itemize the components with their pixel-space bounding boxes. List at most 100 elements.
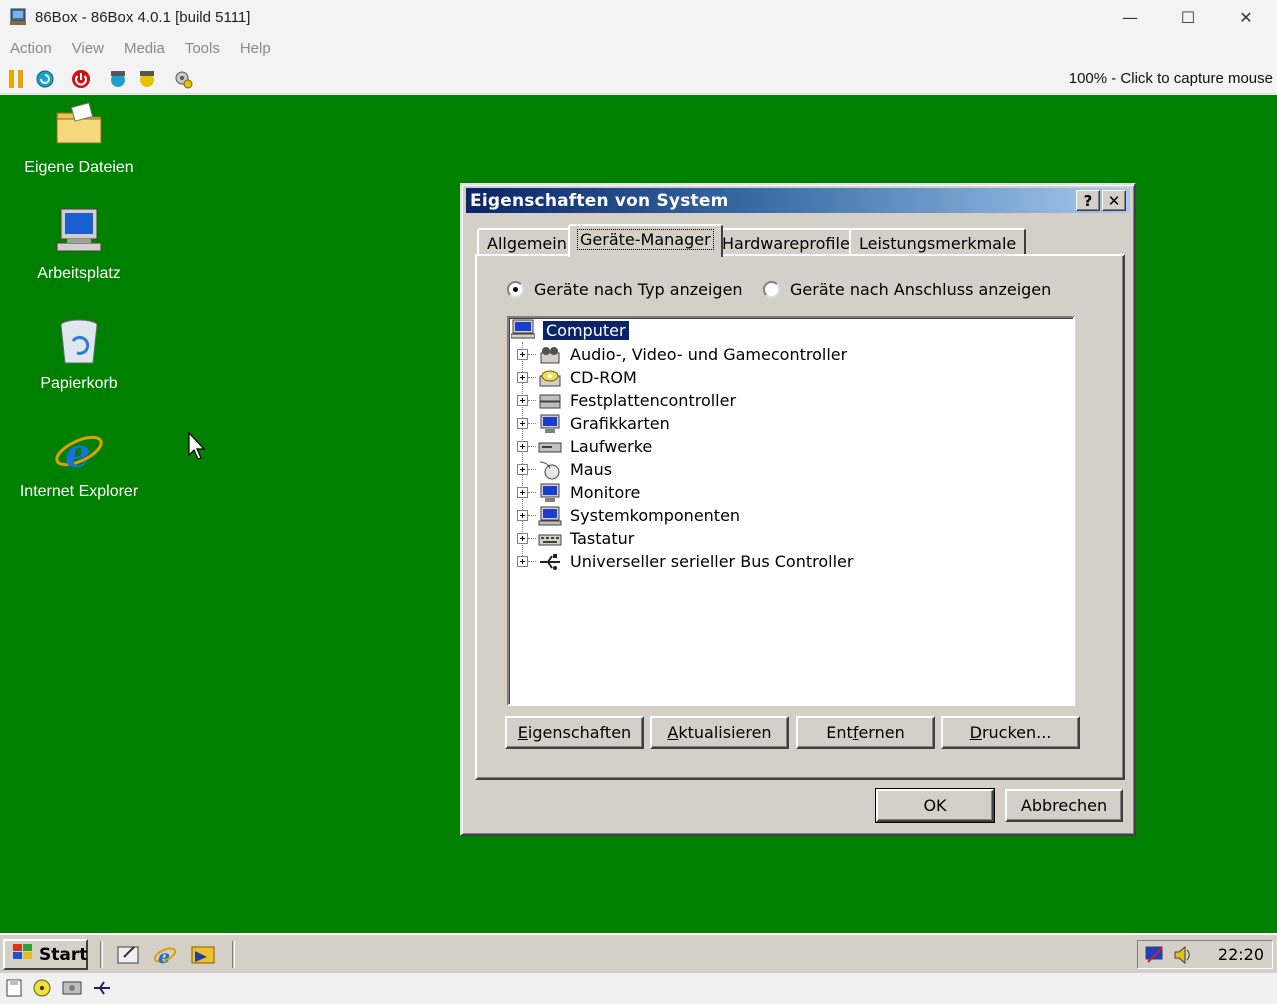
network-icon[interactable] bbox=[1144, 944, 1166, 970]
capture-status[interactable]: 100% - Click to capture mouse bbox=[1069, 70, 1273, 87]
tree-item-maus[interactable]: Maus bbox=[517, 458, 612, 481]
help-button[interactable]: ? bbox=[1076, 190, 1100, 211]
abbrechen-button[interactable]: Abbrechen bbox=[1005, 789, 1123, 822]
expand-icon[interactable] bbox=[517, 372, 528, 383]
menu-media[interactable]: Media bbox=[114, 40, 175, 57]
tree-item-festplattencontroller[interactable]: Festplattencontroller bbox=[517, 389, 736, 412]
drive-icon bbox=[538, 437, 562, 457]
show-desktop-icon[interactable] bbox=[116, 943, 140, 967]
expand-icon[interactable] bbox=[517, 349, 528, 360]
desktop-icon-internet-explorer[interactable]: e Internet Explorer bbox=[4, 425, 154, 501]
ctrl-alt-del-icon[interactable] bbox=[107, 68, 129, 90]
computer-icon bbox=[53, 207, 105, 259]
svg-text:e: e bbox=[65, 430, 90, 477]
expand-icon[interactable] bbox=[517, 487, 528, 498]
internet-explorer-icon[interactable]: e bbox=[153, 943, 177, 968]
tree-connector bbox=[528, 377, 536, 378]
display-adapter-icon bbox=[538, 414, 562, 434]
tree-item-laufwerke[interactable]: Laufwerke bbox=[517, 435, 652, 458]
tree-item-monitore[interactable]: Monitore bbox=[517, 481, 640, 504]
system-properties-dialog: Eigenschaften von System ? ✕ Allgemein G… bbox=[460, 183, 1136, 836]
maximize-button[interactable]: ☐ bbox=[1159, 0, 1217, 34]
tree-item-label: Monitore bbox=[570, 483, 641, 502]
pause-icon[interactable] bbox=[5, 68, 27, 90]
disk-controller-icon bbox=[538, 391, 562, 411]
dialog-close-button[interactable]: ✕ bbox=[1102, 190, 1126, 211]
radio-by-type-label: Geräte nach Typ anzeigen bbox=[534, 280, 743, 299]
power-icon[interactable] bbox=[70, 68, 92, 90]
radio-by-connection[interactable]: Geräte nach Anschluss anzeigen bbox=[763, 280, 1051, 299]
ok-button[interactable]: OK bbox=[875, 788, 995, 823]
desktop-icon-label: Eigene Dateien bbox=[24, 159, 134, 176]
tree-connector bbox=[528, 423, 536, 424]
tree-item-audio[interactable]: Audio-, Video- und Gamecontroller bbox=[517, 343, 847, 366]
device-tree[interactable]: Computer Audio-, Video- und Gamecontroll… bbox=[507, 316, 1075, 706]
expand-icon[interactable] bbox=[517, 395, 528, 406]
tree-item-usb-controller[interactable]: Universeller serieller Bus Controller bbox=[517, 550, 853, 573]
tree-item-label: CD-ROM bbox=[570, 368, 637, 387]
entfernen-button[interactable]: Entfernen bbox=[796, 716, 935, 749]
expand-icon[interactable] bbox=[517, 556, 528, 567]
tree-item-label: Audio-, Video- und Gamecontroller bbox=[570, 345, 848, 364]
aktualisieren-button[interactable]: Aktualisieren bbox=[650, 716, 789, 749]
expand-icon[interactable] bbox=[517, 464, 528, 475]
svg-text:e: e bbox=[158, 946, 170, 967]
taskbar-separator bbox=[100, 941, 103, 968]
expand-icon[interactable] bbox=[517, 418, 528, 429]
floppy-drive-icon[interactable] bbox=[5, 979, 23, 997]
network-activity-icon[interactable] bbox=[92, 979, 110, 997]
tree-connector bbox=[528, 469, 536, 470]
tab-allgemein[interactable]: Allgemein bbox=[477, 228, 577, 256]
tree-item-grafikkarten[interactable]: Grafikkarten bbox=[517, 412, 670, 435]
tree-connector bbox=[528, 400, 536, 401]
dialog-titlebar[interactable]: Eigenschaften von System ? ✕ bbox=[466, 188, 1130, 213]
tree-item-label: Grafikkarten bbox=[570, 414, 670, 433]
menu-help[interactable]: Help bbox=[230, 40, 281, 57]
mouse-pointer-icon bbox=[188, 431, 206, 460]
volume-icon[interactable] bbox=[1172, 944, 1194, 970]
menu-action[interactable]: Action bbox=[0, 40, 62, 57]
tree-root-label: Computer bbox=[543, 321, 629, 340]
taskbar-clock[interactable]: 22:20 bbox=[1218, 945, 1264, 964]
start-button[interactable]: Start bbox=[3, 939, 88, 970]
tree-item-tastatur[interactable]: Tastatur bbox=[517, 527, 634, 550]
expand-icon[interactable] bbox=[517, 441, 528, 452]
settings-icon[interactable] bbox=[172, 68, 194, 90]
cdrom-icon bbox=[538, 368, 562, 388]
outlook-express-icon[interactable] bbox=[191, 943, 215, 967]
hard-disk-icon[interactable] bbox=[62, 979, 82, 997]
tab-geraete-manager[interactable]: Geräte-Manager bbox=[568, 224, 723, 257]
desktop-icon-label: Papierkorb bbox=[40, 375, 118, 392]
recycle-bin-icon bbox=[53, 317, 105, 369]
dialog-title: Eigenschaften von System bbox=[470, 191, 729, 211]
tree-connector bbox=[528, 446, 536, 447]
tab-hardwareprofile[interactable]: Hardwareprofile bbox=[712, 228, 860, 256]
tree-item-label: Tastatur bbox=[570, 529, 635, 548]
radio-button-selected[interactable] bbox=[507, 281, 524, 298]
expand-icon[interactable] bbox=[517, 510, 528, 521]
tree-item-systemkomponenten[interactable]: Systemkomponenten bbox=[517, 504, 740, 527]
desktop-icon-arbeitsplatz[interactable]: Arbeitsplatz bbox=[4, 207, 154, 283]
system-devices-icon bbox=[538, 506, 562, 526]
tree-connector bbox=[528, 492, 536, 493]
tree-item-cdrom[interactable]: CD-ROM bbox=[517, 366, 637, 389]
menu-tools[interactable]: Tools bbox=[175, 40, 230, 57]
minimize-button[interactable]: — bbox=[1101, 0, 1159, 34]
usb-icon bbox=[538, 552, 562, 572]
close-button[interactable]: ✕ bbox=[1217, 0, 1275, 34]
eigenschaften-button[interactable]: Eigenschaften bbox=[505, 716, 644, 749]
ctrl-alt-esc-icon[interactable] bbox=[136, 68, 158, 90]
expand-icon[interactable] bbox=[517, 533, 528, 544]
desktop-icon-papierkorb[interactable]: Papierkorb bbox=[4, 317, 154, 393]
cdrom-drive-icon[interactable] bbox=[33, 979, 51, 997]
host-toolbar: 100% - Click to capture mouse bbox=[0, 62, 1277, 94]
reset-icon[interactable] bbox=[34, 68, 56, 90]
drucken-button[interactable]: Drucken... bbox=[941, 716, 1080, 749]
tab-leistungsmerkmale[interactable]: Leistungsmerkmale bbox=[849, 228, 1027, 256]
radio-by-type[interactable]: Geräte nach Typ anzeigen bbox=[507, 280, 743, 299]
desktop-icon-eigene-dateien[interactable]: Eigene Dateien bbox=[4, 101, 154, 177]
tree-root-computer[interactable]: Computer bbox=[510, 319, 629, 342]
guest-desktop[interactable]: Eigene Dateien Arbeitsplatz Papierkorb e… bbox=[0, 95, 1277, 933]
menu-view[interactable]: View bbox=[62, 40, 114, 57]
radio-button[interactable] bbox=[763, 281, 780, 298]
